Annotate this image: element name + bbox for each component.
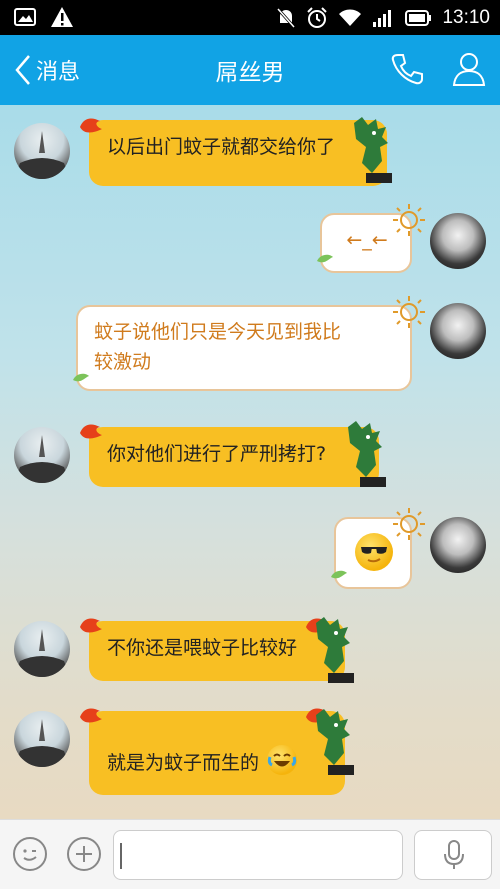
leaf-decoration-icon <box>331 570 347 579</box>
avatar[interactable] <box>430 213 486 269</box>
message-text: 不你还是喂蚊子比较好 <box>107 637 298 659</box>
signal-icon <box>373 10 392 27</box>
dinosaur-decoration-icon <box>348 421 386 487</box>
laughing-emoji-icon <box>267 745 298 775</box>
avatar[interactable] <box>14 427 70 483</box>
dinosaur-decoration-icon <box>316 617 354 683</box>
sun-decoration-icon <box>393 296 425 328</box>
profile-button[interactable] <box>452 51 486 91</box>
message-bubble[interactable]: 以后出门蚊子就都交给你了 <box>89 120 387 186</box>
message-text-line: 蚊子说他们只是今天见到我比 <box>94 321 342 343</box>
chat-area[interactable]: 以后出门蚊子就都交给你了 ←_← 蚊子说他们只是今天见到我比 较激动 你对他们进… <box>0 105 500 819</box>
battery-icon <box>405 10 432 26</box>
fire-decoration-icon <box>80 618 102 633</box>
avatar[interactable] <box>14 711 70 767</box>
phone-icon <box>391 54 423 85</box>
avatar[interactable] <box>14 123 70 179</box>
person-icon <box>452 53 486 86</box>
alarm-icon <box>307 7 328 28</box>
dinosaur-decoration-icon <box>316 709 354 775</box>
plus-icon <box>76 846 92 862</box>
fire-decoration-icon <box>80 424 102 439</box>
add-button[interactable] <box>67 837 101 871</box>
emoji-button[interactable] <box>13 837 47 871</box>
sunglasses-emoji-icon <box>355 533 393 571</box>
avatar[interactable] <box>14 621 70 677</box>
voice-button[interactable] <box>414 830 492 880</box>
fire-decoration-icon <box>80 118 102 133</box>
leaf-decoration-icon <box>317 254 333 263</box>
leaf-decoration-icon <box>73 373 89 382</box>
image-icon <box>14 8 36 26</box>
call-button[interactable] <box>390 52 424 90</box>
status-bar: 13:10 <box>0 0 500 35</box>
warning-icon <box>51 7 73 27</box>
avatar[interactable] <box>430 517 486 573</box>
page-title: 屌丝男 <box>215 60 285 86</box>
message-text: 就是为蚊子而生的 <box>107 752 260 774</box>
microphone-icon <box>444 840 464 869</box>
sun-decoration-icon <box>393 508 425 540</box>
input-bar <box>0 819 500 889</box>
text-caret <box>120 843 122 869</box>
message-text: 以后出门蚊子就都交给你了 <box>107 136 336 158</box>
message-bubble[interactable]: 你对他们进行了严刑拷打? <box>89 427 379 487</box>
emoji-icon <box>23 849 37 861</box>
dinosaur-decoration-icon <box>354 117 392 183</box>
message-text: 你对他们进行了严刑拷打? <box>107 443 327 465</box>
clock: 13:10 <box>442 7 490 28</box>
mute-icon <box>277 8 296 28</box>
sun-decoration-icon <box>393 204 425 236</box>
avatar[interactable] <box>430 303 486 359</box>
message-bubble[interactable]: 蚊子说他们只是今天见到我比 较激动 <box>76 305 412 391</box>
chat-header: 消息 屌丝男 <box>0 35 500 105</box>
message-input[interactable] <box>113 830 403 880</box>
message-text: ←_← <box>346 229 388 251</box>
wifi-icon <box>339 9 362 26</box>
message-text-line: 较激动 <box>94 351 152 373</box>
fire-decoration-icon <box>80 708 102 723</box>
